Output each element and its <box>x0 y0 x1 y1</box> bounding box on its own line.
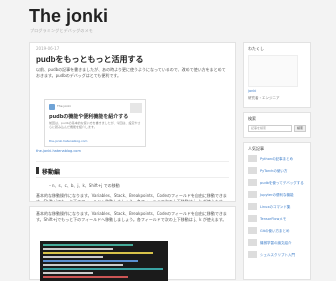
about-widget: わたくし jonki 研究者・エンジニア <box>243 42 311 108</box>
section-marker <box>36 167 39 174</box>
popular-entry[interactable]: TensorFlowメモ <box>260 217 286 222</box>
terminal-line <box>43 256 103 258</box>
post-body: 基本的な移動操作になります。Variables、Stack、Breakpoint… <box>36 193 227 201</box>
author-link[interactable]: jonki <box>248 89 256 93</box>
entry-thumbnail[interactable] <box>248 251 257 258</box>
bullet-text: n、s、c、b、j、k、Shift+j での移動 <box>52 183 120 188</box>
list-item: ・n、s、c、b、j、k、Shift+j での移動 <box>48 183 120 189</box>
entry-thumbnail[interactable] <box>248 167 257 174</box>
terminal-line <box>43 248 113 250</box>
embed-link[interactable]: the-jonki.hatenablog.com <box>49 139 87 143</box>
entry-thumbnail[interactable] <box>248 215 257 222</box>
entry-thumbnail[interactable] <box>248 239 257 246</box>
main-content: 2019-06-17 pudbをもっともっと活用する 以前、pudbの記事を書き… <box>29 42 236 202</box>
article-card: 2019-06-17 pudbをもっともっと活用する 以前、pudbの記事を書き… <box>29 42 236 202</box>
site-subtitle: プログラミングとデバッグのメモ <box>30 28 93 33</box>
embed-thumbnail <box>130 103 142 113</box>
entry-thumbnail[interactable] <box>248 227 257 234</box>
entry-thumbnail[interactable] <box>248 191 257 198</box>
embed-card[interactable]: The jonki pudbの機能や便利機能を紹介する 前回は、pudbの基本的… <box>44 99 146 147</box>
post-intro: 以前、pudbの記事を書きましたが、あの時より更に使うようになっているので、改め… <box>36 67 226 78</box>
widget-title: わたくし <box>248 46 264 51</box>
site-title[interactable]: The jonki <box>29 6 108 26</box>
post-title[interactable]: pudbをもっともっと活用する <box>36 54 144 65</box>
terminal-line <box>43 244 133 246</box>
terminal-line <box>43 264 123 266</box>
terminal-line <box>43 268 163 270</box>
embed-title[interactable]: pudbの機能や便利機能を紹介する <box>49 113 128 120</box>
popular-widget: 人気記事 Pythonの記事まとめ PyTorchの使い方 pudbを使ってデバ… <box>243 142 311 280</box>
post-date[interactable]: 2019-06-17 <box>36 46 59 51</box>
widget-title: 検索 <box>248 116 256 121</box>
entry-thumbnail[interactable] <box>248 179 257 186</box>
search-button[interactable]: 検索 <box>294 125 306 132</box>
post-body-continued: 基本的な移動操作になります。Variables、Stack、Breakpoint… <box>36 211 227 222</box>
author-description: 研究者・エンジニア <box>248 96 280 100</box>
divider <box>36 177 229 178</box>
popular-entry[interactable]: Jupyterの便利な機能 <box>260 193 294 198</box>
article-continued: 基本的な移動操作になります。Variables、Stack、Breakpoint… <box>29 206 236 281</box>
search-widget: 検索 記事を検索 検索 <box>243 112 311 138</box>
terminal-line <box>43 252 153 254</box>
divider <box>36 161 229 162</box>
popular-entry[interactable]: 機械学習の論文紹介 <box>260 241 292 246</box>
widget-title: 人気記事 <box>248 146 264 151</box>
popular-entry[interactable]: Gitの使い方まとめ <box>260 229 290 234</box>
search-input[interactable]: 記事を検索 <box>248 125 292 132</box>
popular-entry[interactable]: Linuxのコマンド集 <box>260 205 290 210</box>
popular-entry[interactable]: Pythonの記事まとめ <box>260 157 293 162</box>
embed-avatar <box>49 104 55 110</box>
embed-permalink[interactable]: the-jonki.hatenablog.com <box>36 149 81 153</box>
popular-entry[interactable]: pudbを使ってデバッグする <box>260 181 304 186</box>
embed-description: 前回は、pudbの基本的な使い方を書きましたが、今回は、設定やさらに踏み込んだ機… <box>49 121 141 129</box>
terminal-line <box>43 260 138 262</box>
section-heading: 移動編 <box>42 169 61 176</box>
embed-site-name: The jonki <box>57 104 71 108</box>
avatar[interactable] <box>248 55 298 87</box>
entry-thumbnail[interactable] <box>248 155 257 162</box>
popular-entry[interactable]: PyTorchの使い方 <box>260 169 287 174</box>
popular-entry[interactable]: シェルスクリプト入門 <box>260 253 295 258</box>
site-header: The jonki プログラミングとデバッグのメモ <box>0 0 336 38</box>
entry-thumbnail[interactable] <box>248 203 257 210</box>
terminal-line <box>43 272 93 274</box>
terminal-screenshot <box>40 241 168 281</box>
terminal-line <box>43 276 128 278</box>
